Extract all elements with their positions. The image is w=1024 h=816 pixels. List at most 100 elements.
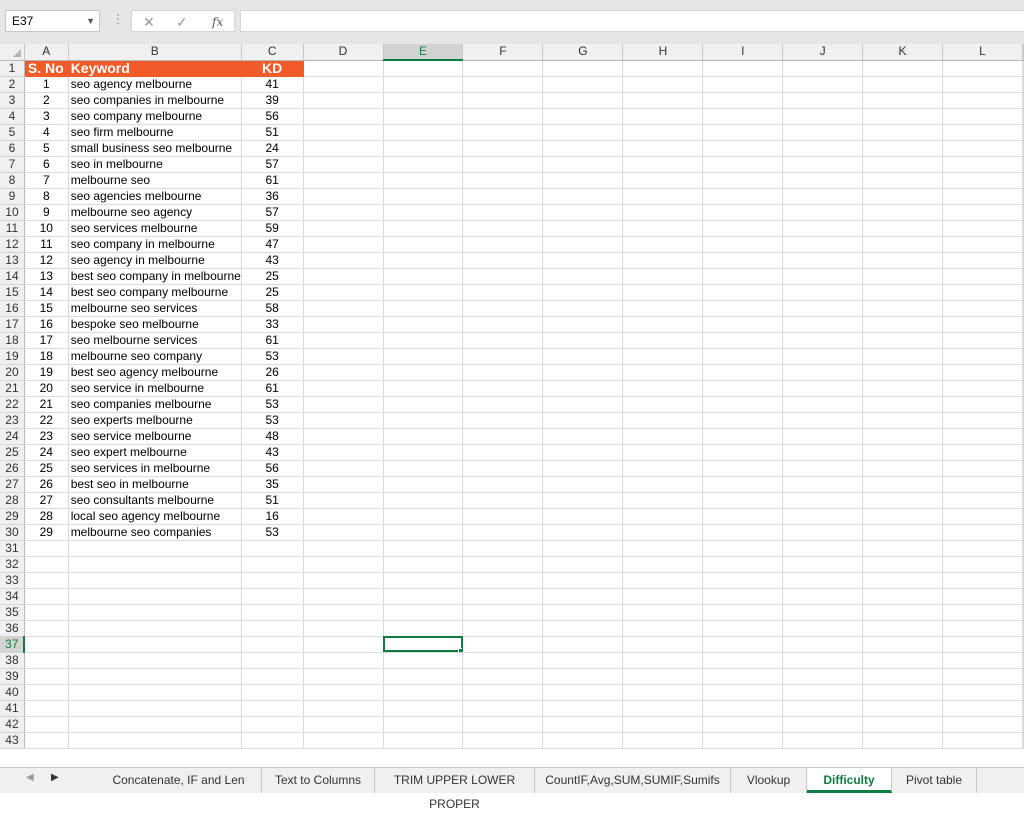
row-header[interactable]: 15 <box>0 284 25 301</box>
cell-j3[interactable] <box>782 92 864 109</box>
cell-m30[interactable] <box>1022 524 1024 541</box>
select-all-corner[interactable] <box>0 44 25 61</box>
cell-b31[interactable] <box>68 540 242 557</box>
cell-j30[interactable] <box>782 524 864 541</box>
cell-g37[interactable] <box>542 636 624 653</box>
cell-l32[interactable] <box>942 556 1023 573</box>
cell-h35[interactable] <box>622 604 704 621</box>
cell-l4[interactable] <box>942 108 1023 125</box>
cell-f25[interactable] <box>462 444 544 461</box>
cell-g40[interactable] <box>542 684 624 701</box>
cell-k8[interactable] <box>862 172 943 189</box>
cell-i6[interactable] <box>702 140 784 157</box>
cell-f39[interactable] <box>462 668 544 685</box>
cell-k5[interactable] <box>862 124 943 141</box>
cell-b34[interactable] <box>68 588 242 605</box>
cell-l33[interactable] <box>942 572 1023 589</box>
cell-b30[interactable]: melbourne seo companies <box>68 524 242 541</box>
cell-d1[interactable] <box>303 60 384 77</box>
cell-h3[interactable] <box>622 92 704 109</box>
cell-j29[interactable] <box>782 508 864 525</box>
cell-e28[interactable] <box>383 492 464 509</box>
cell-d9[interactable] <box>303 188 384 205</box>
cell-c1[interactable]: KD <box>241 60 304 77</box>
column-header-j[interactable]: J <box>782 44 864 61</box>
row-header[interactable]: 33 <box>0 572 25 589</box>
cell-m4[interactable] <box>1022 108 1024 125</box>
cell-k18[interactable] <box>862 332 943 349</box>
cell-d37[interactable] <box>303 636 384 653</box>
cell-l24[interactable] <box>942 428 1023 445</box>
cell-m1[interactable] <box>1022 60 1024 77</box>
cell-a20[interactable]: 19 <box>24 364 69 381</box>
row-header[interactable]: 19 <box>0 348 25 365</box>
cell-l15[interactable] <box>942 284 1023 301</box>
cell-a19[interactable]: 18 <box>24 348 69 365</box>
cell-k38[interactable] <box>862 652 943 669</box>
cell-h39[interactable] <box>622 668 704 685</box>
cell-l35[interactable] <box>942 604 1023 621</box>
cell-c19[interactable]: 53 <box>241 348 304 365</box>
cell-l26[interactable] <box>942 460 1023 477</box>
cell-d39[interactable] <box>303 668 384 685</box>
cell-f31[interactable] <box>462 540 544 557</box>
cell-d32[interactable] <box>303 556 384 573</box>
cell-l11[interactable] <box>942 220 1023 237</box>
cell-l16[interactable] <box>942 300 1023 317</box>
cell-c16[interactable]: 58 <box>241 300 304 317</box>
cell-b2[interactable]: seo agency melbourne <box>68 76 242 93</box>
cell-g39[interactable] <box>542 668 624 685</box>
cell-b16[interactable]: melbourne seo services <box>68 300 242 317</box>
cell-m21[interactable] <box>1022 380 1024 397</box>
cell-h33[interactable] <box>622 572 704 589</box>
cell-b39[interactable] <box>68 668 242 685</box>
cell-g38[interactable] <box>542 652 624 669</box>
row-header[interactable]: 27 <box>0 476 25 493</box>
cell-a6[interactable]: 5 <box>24 140 69 157</box>
cell-g31[interactable] <box>542 540 624 557</box>
cell-c36[interactable] <box>241 620 304 637</box>
cell-d22[interactable] <box>303 396 384 413</box>
cell-c8[interactable]: 61 <box>241 172 304 189</box>
cell-i25[interactable] <box>702 444 784 461</box>
cell-m11[interactable] <box>1022 220 1024 237</box>
cell-f36[interactable] <box>462 620 544 637</box>
row-header[interactable]: 10 <box>0 204 25 221</box>
cell-g9[interactable] <box>542 188 624 205</box>
cell-h11[interactable] <box>622 220 704 237</box>
cell-g5[interactable] <box>542 124 624 141</box>
row-header[interactable]: 29 <box>0 508 25 525</box>
cell-h22[interactable] <box>622 396 704 413</box>
row-header[interactable]: 38 <box>0 652 25 669</box>
cell-j42[interactable] <box>782 716 864 733</box>
chevron-down-icon[interactable]: ▼ <box>86 11 95 31</box>
cell-a18[interactable]: 17 <box>24 332 69 349</box>
cell-l42[interactable] <box>942 716 1023 733</box>
active-cell[interactable] <box>383 636 464 653</box>
row-header[interactable]: 40 <box>0 684 25 701</box>
cell-k41[interactable] <box>862 700 943 717</box>
cell-a28[interactable]: 27 <box>24 492 69 509</box>
cell-k15[interactable] <box>862 284 943 301</box>
cell-j7[interactable] <box>782 156 864 173</box>
cell-a42[interactable] <box>24 716 69 733</box>
cell-d25[interactable] <box>303 444 384 461</box>
cell-i30[interactable] <box>702 524 784 541</box>
cell-m6[interactable] <box>1022 140 1024 157</box>
cell-h26[interactable] <box>622 460 704 477</box>
cell-g36[interactable] <box>542 620 624 637</box>
cell-h4[interactable] <box>622 108 704 125</box>
cell-i27[interactable] <box>702 476 784 493</box>
cell-k22[interactable] <box>862 396 943 413</box>
cell-m29[interactable] <box>1022 508 1024 525</box>
cell-f12[interactable] <box>462 236 544 253</box>
cell-i3[interactable] <box>702 92 784 109</box>
cell-g4[interactable] <box>542 108 624 125</box>
cell-j26[interactable] <box>782 460 864 477</box>
cell-h36[interactable] <box>622 620 704 637</box>
cell-f10[interactable] <box>462 204 544 221</box>
cell-f6[interactable] <box>462 140 544 157</box>
cell-i1[interactable] <box>702 60 784 77</box>
cell-j10[interactable] <box>782 204 864 221</box>
cell-f27[interactable] <box>462 476 544 493</box>
